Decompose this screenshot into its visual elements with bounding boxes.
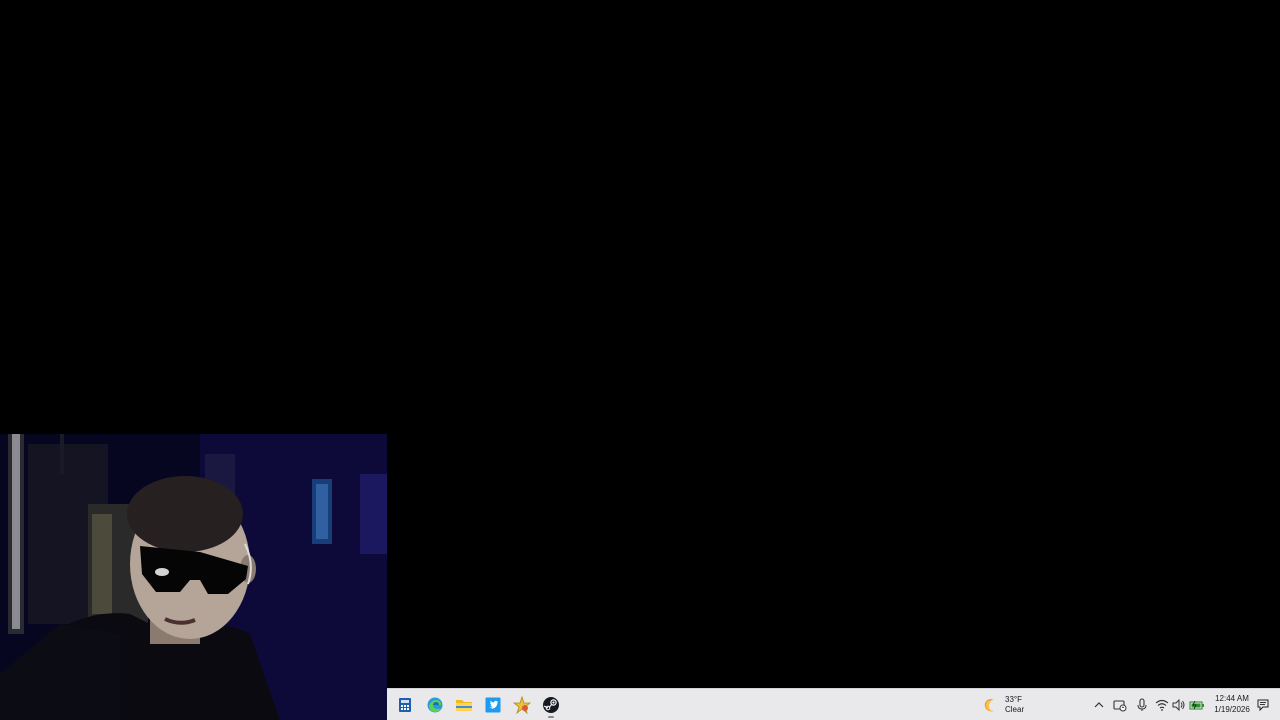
calculator-button[interactable] [391, 692, 419, 718]
weather-condition: Clear [1005, 705, 1025, 714]
show-hidden-icons-button[interactable] [1091, 697, 1107, 713]
moon-icon [984, 698, 994, 712]
battery-icon [1189, 700, 1204, 710]
webcam-overlay [0, 434, 387, 720]
chevron-up-icon [1094, 702, 1104, 708]
microphone-tray-button[interactable] [1134, 697, 1150, 713]
sync-icon [1113, 700, 1127, 712]
pinball-star-icon [513, 696, 531, 714]
microphone-icon [1137, 698, 1147, 711]
twitter-button[interactable] [479, 692, 507, 718]
clock-time: 12:44 AM [1215, 694, 1249, 703]
wifi-tray-button[interactable] [1154, 697, 1170, 713]
edge-icon [427, 697, 443, 713]
weather-temperature: 33°F [1005, 695, 1022, 704]
volume-icon [1172, 699, 1185, 711]
desktop: 33°F Clear 12:44 AM 1/19/2026 [0, 0, 1280, 720]
twitter-icon [485, 697, 501, 713]
wifi-icon [1155, 699, 1169, 711]
weather-widget[interactable]: 33°F Clear [983, 692, 1024, 718]
sync-tray-button[interactable] [1112, 697, 1128, 713]
webcam-feed [0, 434, 387, 720]
steam-icon [543, 697, 559, 713]
calculator-icon [399, 698, 411, 712]
steam-button[interactable] [537, 692, 565, 718]
pinball-button[interactable] [508, 692, 536, 718]
edge-button[interactable] [421, 692, 449, 718]
battery-tray-button[interactable] [1189, 697, 1205, 713]
taskbar: 33°F Clear 12:44 AM 1/19/2026 [387, 688, 1280, 720]
clock-date: 1/19/2026 [1214, 705, 1250, 714]
running-indicator [548, 716, 554, 718]
notification-center-button[interactable] [1255, 697, 1271, 713]
file-explorer-button[interactable] [450, 692, 478, 718]
notification-icon [1257, 699, 1269, 711]
file-explorer-icon [456, 700, 472, 711]
volume-tray-button[interactable] [1171, 697, 1187, 713]
taskbar-clock[interactable]: 12:44 AM 1/19/2026 [1208, 693, 1256, 715]
